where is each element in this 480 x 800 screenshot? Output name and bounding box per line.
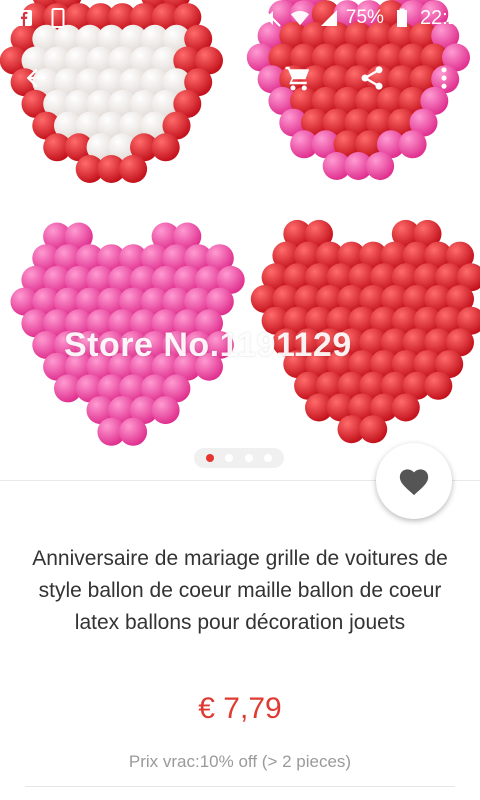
- search-button[interactable]: [204, 54, 252, 102]
- balloon: [366, 152, 395, 180]
- cart-icon: [285, 66, 310, 91]
- share-button[interactable]: [348, 54, 396, 102]
- share-icon: [361, 66, 383, 90]
- wifi-icon: [290, 8, 310, 28]
- favorite-button[interactable]: [376, 443, 452, 519]
- facebook-notification-icon: [14, 8, 34, 28]
- cart-button[interactable]: [274, 54, 322, 102]
- balloon: [151, 396, 180, 425]
- product-price: € 7,79: [198, 692, 282, 725]
- balloon: [398, 130, 427, 159]
- status-bar: 75% 22:29: [0, 0, 480, 36]
- balloon: [391, 393, 420, 422]
- page-dot: [225, 454, 234, 462]
- balloon: [151, 133, 180, 162]
- heart-icon: [399, 469, 429, 496]
- balloon: [424, 371, 453, 400]
- page-dot: [244, 454, 253, 462]
- bulk-price-info: Prix vrac:10% off (> 2 pieces): [128, 752, 352, 771]
- product-title: Anniversaire de mariage grille de voitur…: [32, 547, 448, 634]
- divider: [25, 786, 455, 787]
- back-button[interactable]: [12, 54, 60, 102]
- battery-icon: [392, 8, 412, 28]
- search-icon: [217, 67, 240, 90]
- app-bar: [0, 48, 480, 108]
- store-watermark: Store No.1191129: [64, 326, 352, 364]
- more-vert-icon: [441, 67, 447, 89]
- battery-percent: 75%: [345, 7, 384, 28]
- balloon: [119, 155, 148, 183]
- phone-notification-icon: [48, 8, 68, 28]
- clock: 22:29: [419, 6, 470, 29]
- page-dot: [264, 454, 273, 462]
- more-options-button[interactable]: [420, 54, 468, 102]
- mute-icon: [262, 8, 282, 28]
- balloon: [359, 415, 388, 444]
- back-arrow-icon: [26, 68, 46, 88]
- page-dot: [205, 454, 214, 462]
- balloon: [119, 417, 148, 446]
- signal-icon: [318, 8, 338, 28]
- gallery-page-indicator: [194, 448, 284, 468]
